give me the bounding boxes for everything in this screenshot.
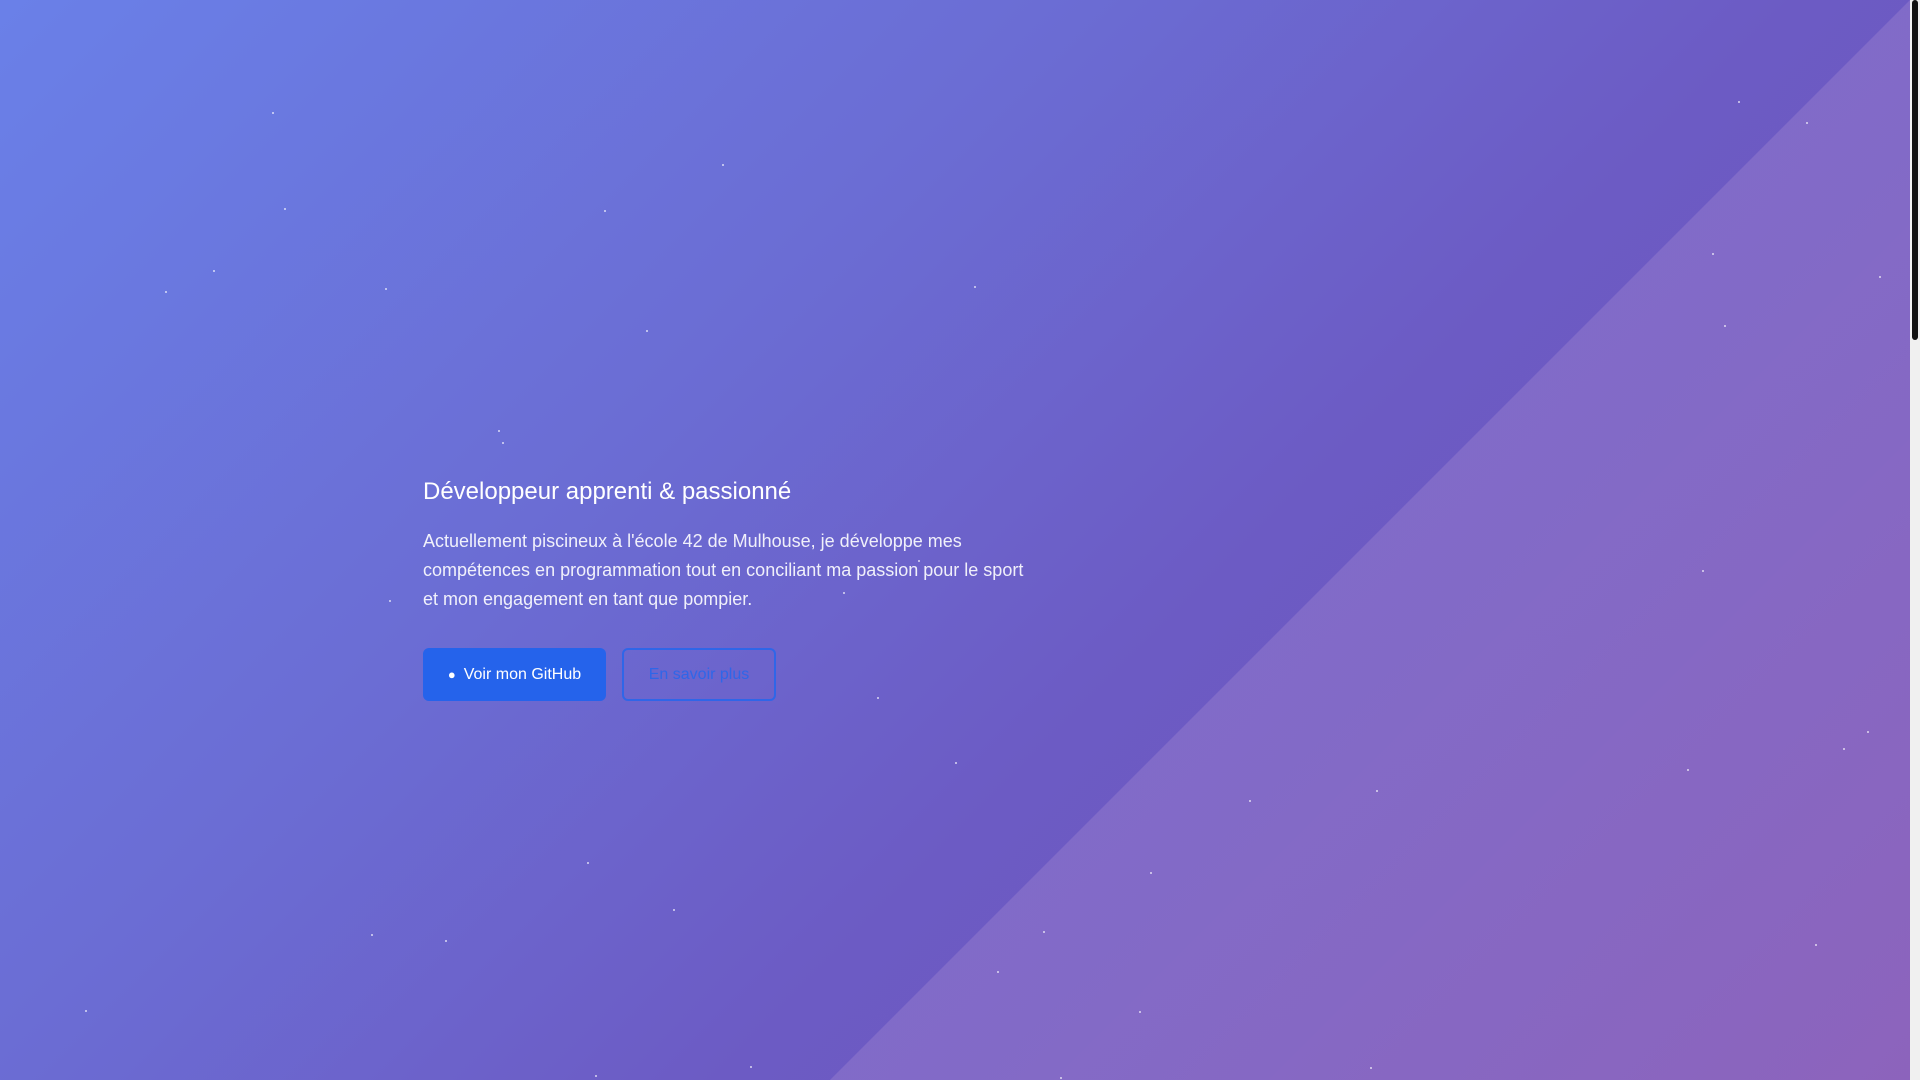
star-dot (272, 112, 274, 114)
star-dot (385, 288, 387, 290)
learn-more-button[interactable]: En savoir plus (622, 648, 776, 701)
github-button-label: Voir mon GitHub (463, 665, 582, 683)
star-dot (722, 164, 724, 166)
star-dot (750, 1066, 752, 1068)
star-dot (1738, 101, 1740, 103)
star-dot (165, 291, 167, 293)
star-dot (1724, 325, 1726, 327)
star-dot (974, 286, 976, 288)
star-dot (604, 210, 606, 212)
star-dot (1139, 1011, 1141, 1013)
star-dot (1867, 731, 1869, 733)
star-dot (371, 934, 373, 936)
star-dot (955, 762, 957, 764)
star-dot (498, 430, 500, 432)
star-dot (1687, 769, 1689, 771)
star-dot (1815, 944, 1817, 946)
star-dot (502, 442, 504, 444)
star-dot (213, 270, 215, 272)
star-dot (646, 330, 648, 332)
star-dot (587, 862, 589, 864)
star-dot (1712, 253, 1714, 255)
hero-actions: ● Voir mon GitHub En savoir plus (423, 648, 1043, 701)
star-dot (1249, 800, 1251, 802)
github-icon: ● (447, 667, 456, 682)
hero-section: Développeur apprenti & passionné Actuell… (423, 474, 1043, 701)
star-dot (389, 600, 391, 602)
star-dot (1879, 276, 1881, 278)
star-dot (85, 1010, 87, 1012)
star-dot (1150, 872, 1152, 874)
star-dot (1060, 1077, 1062, 1079)
star-dot (1843, 748, 1845, 750)
star-dot (997, 971, 999, 973)
star-dot (445, 940, 447, 942)
scrollbar-thumb[interactable] (1912, 0, 1918, 340)
star-dot (595, 1075, 597, 1077)
star-dot (673, 909, 675, 911)
hero-description: Actuellement piscineux à l'école 42 de M… (423, 531, 1024, 609)
star-dot (1806, 122, 1808, 124)
hero-title: Développeur apprenti & passionné (423, 478, 792, 505)
star-dot (1043, 931, 1045, 933)
github-button[interactable]: ● Voir mon GitHub (423, 648, 606, 701)
star-dot (284, 208, 286, 210)
page-scrollbar[interactable] (1910, 0, 1920, 1080)
star-dot (1702, 570, 1704, 572)
star-dot (1376, 790, 1378, 792)
star-dot (1370, 1067, 1372, 1069)
